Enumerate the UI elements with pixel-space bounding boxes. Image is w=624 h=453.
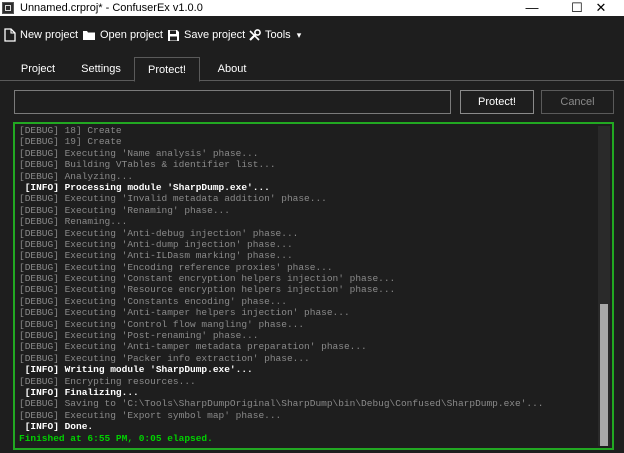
new-file-icon [4, 28, 16, 42]
log-scrollbar[interactable] [598, 126, 610, 446]
new-project-label: New project [20, 29, 79, 41]
log-line: [DEBUG] Executing 'Anti-tamper metadata … [19, 341, 367, 353]
log-line: [DEBUG] Executing 'Constant encryption h… [19, 273, 396, 285]
log-line: [DEBUG] Executing 'Anti-debug injection'… [19, 227, 299, 239]
log-line: [DEBUG] Executing 'Export symbol map' ph… [19, 409, 282, 421]
log-line: [DEBUG] Executing 'Anti-tamper helpers i… [19, 307, 350, 319]
save-icon [168, 29, 179, 41]
tab-project[interactable]: Project [12, 57, 64, 81]
log-line: [DEBUG] Executing 'Anti-dump injection' … [19, 238, 293, 250]
log-line: [DEBUG] Executing 'Resource encryption h… [19, 284, 396, 296]
window-title: Unnamed.crproj* - ConfuserEx v1.0.0 [20, 2, 203, 14]
log-line: [INFO] Finalizing... [19, 386, 139, 398]
log-line: [DEBUG] Building VTables & identifier li… [19, 159, 276, 171]
scrollbar-thumb[interactable] [600, 304, 608, 446]
log-line: [DEBUG] 18] Create [19, 125, 122, 136]
log-line: [INFO] Done. [19, 421, 94, 433]
log-line: Finished at 6:55 PM, 0:05 elapsed. [19, 432, 213, 444]
title-bar: Unnamed.crproj* - ConfuserEx v1.0.0 — ☐ … [0, 0, 624, 16]
log-line: [DEBUG] Executing 'Control flow mangling… [19, 318, 305, 330]
log-line: [DEBUG] Executing 'Name analysis' phase.… [19, 147, 259, 159]
log-line: [DEBUG] Executing 'Packer info extractio… [19, 352, 310, 364]
new-project-button[interactable]: New project [4, 26, 78, 44]
log-output: [DEBUG] 18] Create [DEBUG] 19] Create [DEB… [19, 125, 597, 447]
chevron-down-icon: ▾ [296, 30, 302, 40]
close-button[interactable]: ✕ [578, 0, 624, 16]
log-line: [INFO] Processing module 'SharpDump.exe'… [19, 181, 270, 193]
app-icon [2, 2, 14, 14]
toolbar: New project Open project Save project To… [0, 16, 624, 54]
log-line: [DEBUG] Executing 'Anti-ILDasm marking' … [19, 250, 293, 262]
log-line: [DEBUG] Renaming... [19, 216, 128, 228]
log-line: [DEBUG] 19] Create [19, 136, 122, 148]
log-line: [DEBUG] Encrypting resources... [19, 375, 196, 387]
tools-icon [249, 28, 261, 41]
log-line: [DEBUG] Executing 'Invalid metadata addi… [19, 193, 327, 205]
folder-icon [83, 31, 95, 41]
log-line: [DEBUG] Executing 'Constants encoding' p… [19, 295, 287, 307]
log-line: [DEBUG] Saving to 'C:\Tools\SharpDumpOri… [19, 398, 544, 410]
tab-settings[interactable]: Settings [72, 57, 130, 81]
open-project-button[interactable]: Open project [82, 26, 163, 44]
save-project-button[interactable]: Save project [167, 26, 245, 44]
log-line: [DEBUG] Analyzing... [19, 170, 134, 182]
log-line: [DEBUG] Executing 'Renaming' phase... [19, 204, 230, 216]
tab-bar: Project Settings Protect! About [0, 57, 624, 82]
protect-button[interactable]: Protect! [460, 90, 534, 114]
log-line: [INFO] Writing module 'SharpDump.exe'... [19, 364, 253, 376]
tools-label: Tools [265, 29, 291, 41]
tools-menu-button[interactable]: Tools ▾ [248, 26, 301, 44]
output-path-field[interactable] [14, 90, 451, 114]
tab-protect[interactable]: Protect! [134, 57, 200, 82]
tab-about[interactable]: About [206, 57, 258, 81]
save-project-label: Save project [184, 29, 246, 41]
log-line: [DEBUG] Executing 'Post-renaming' phase.… [19, 330, 259, 342]
minimize-button[interactable]: — [509, 0, 555, 16]
log-panel[interactable]: [DEBUG] 18] Create [DEBUG] 19] Create [DEB… [13, 122, 614, 450]
log-line: [DEBUG] Executing 'Encoding reference pr… [19, 261, 333, 273]
open-project-label: Open project [100, 29, 163, 41]
cancel-button[interactable]: Cancel [541, 90, 614, 114]
